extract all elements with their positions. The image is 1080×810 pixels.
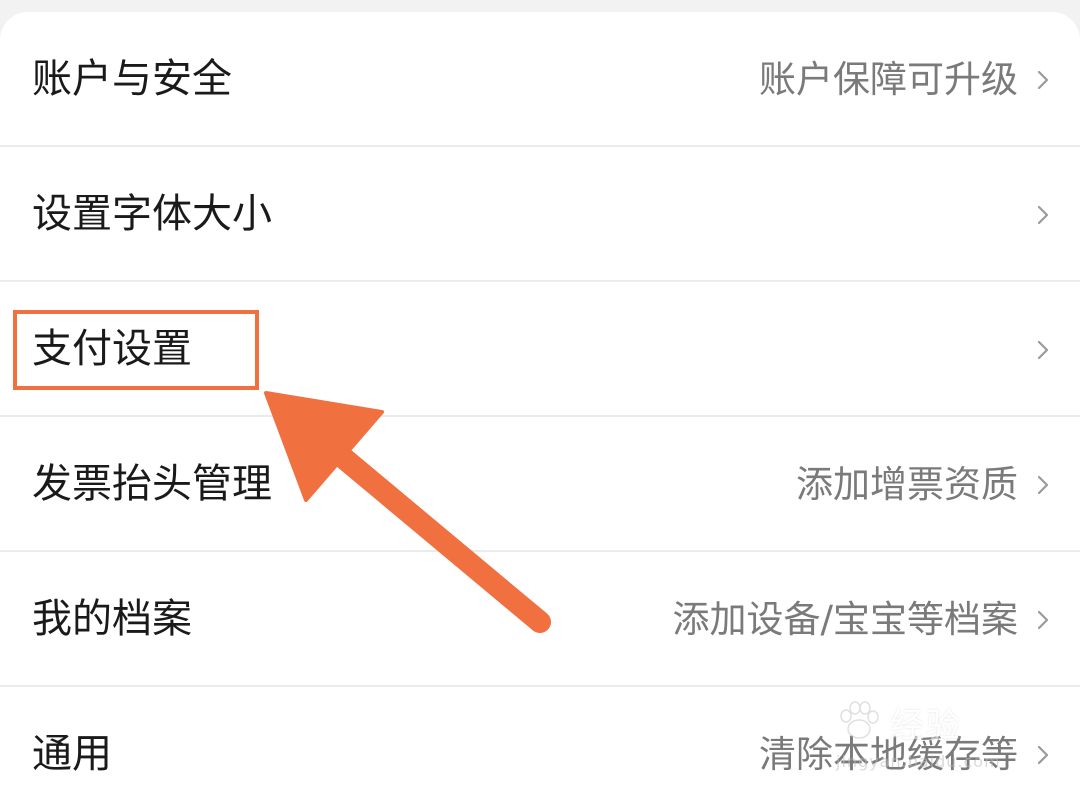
settings-item-label: 发票抬头管理 [32, 461, 272, 507]
settings-item-account-security[interactable]: 账户与安全 账户保障可升级 [0, 12, 1080, 147]
settings-item-font-size[interactable]: 设置字体大小 [0, 147, 1080, 282]
settings-item-label: 通用 [32, 731, 112, 777]
settings-item-label: 账户与安全 [32, 56, 232, 102]
settings-item-my-profile[interactable]: 我的档案 添加设备/宝宝等档案 [0, 552, 1080, 687]
settings-item-label: 设置字体大小 [32, 191, 272, 237]
chevron-right-icon [1037, 610, 1049, 630]
paw-icon [840, 701, 879, 739]
highlight-box [13, 310, 259, 390]
settings-item-label: 我的档案 [32, 596, 192, 642]
settings-item-invoice-header[interactable]: 发票抬头管理 添加增票资质 [0, 417, 1080, 552]
chevron-right-icon [1037, 745, 1049, 765]
chevron-right-icon [1037, 70, 1049, 90]
chevron-right-icon [1037, 205, 1049, 225]
watermark-url: jingyan.baidu.com [836, 752, 1001, 771]
chevron-right-icon [1037, 340, 1049, 360]
settings-card: 账户与安全 账户保障可升级 设置字体大小 支付设置 发票抬头管理 添加增票资质 … [0, 12, 1080, 810]
watermark: 经验 jingyan.baidu.com [800, 692, 1020, 782]
settings-item-value: 添加设备/宝宝等档案 [672, 598, 1018, 641]
settings-item-value: 添加增票资质 [796, 463, 1018, 506]
chevron-right-icon [1037, 475, 1049, 495]
settings-item-value: 账户保障可升级 [759, 58, 1018, 101]
watermark-text: 经验 [890, 706, 962, 746]
